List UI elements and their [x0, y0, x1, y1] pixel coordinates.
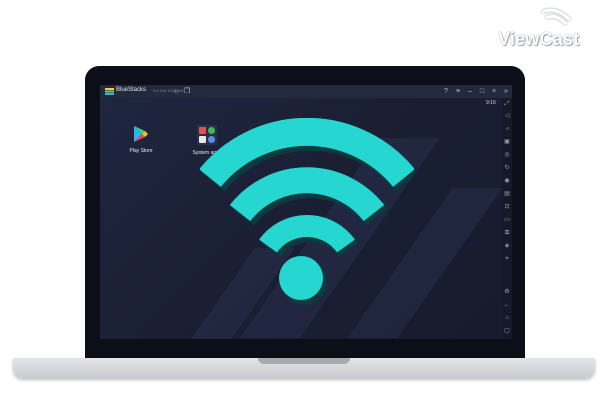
controls-icon[interactable]: ◉: [503, 177, 511, 185]
wifi-icon: [200, 118, 414, 305]
menu-icon[interactable]: ≡: [454, 87, 462, 96]
multi-instance-manager-icon[interactable]: ⧉: [503, 229, 511, 237]
viewcast-watermark: ViewCast: [498, 6, 598, 50]
home-icon[interactable]: ⌂: [503, 314, 511, 322]
rotate-icon[interactable]: ↻: [503, 164, 511, 172]
play-store-icon: [134, 126, 148, 142]
macro-icon[interactable]: ▤: [503, 190, 511, 198]
maximize-icon[interactable]: □: [478, 87, 486, 96]
help-icon[interactable]: ?: [442, 87, 450, 96]
title-bar: BlueStacks 5.6.100.1026 N64 ⌂ ❐ ? ≡ – □ …: [100, 85, 512, 98]
back-icon[interactable]: ←: [503, 301, 511, 309]
screen-record-icon[interactable]: ⊡: [503, 203, 511, 211]
fullscreen-icon[interactable]: ⤢: [503, 100, 511, 108]
settings-icon[interactable]: ⚙: [503, 288, 511, 296]
screenshot-icon[interactable]: ◎: [503, 151, 511, 159]
recent-apps-icon[interactable]: ▢: [503, 327, 511, 335]
folder-icon[interactable]: ▭: [503, 216, 511, 224]
app-label: Play Store: [129, 148, 153, 154]
media-icon[interactable]: ▣: [503, 138, 511, 146]
laptop-notch: [258, 358, 350, 364]
location-icon[interactable]: ⌖: [503, 255, 511, 263]
home-icon[interactable]: ⌂: [172, 87, 180, 96]
status-time: 9:16: [486, 100, 496, 106]
close-icon[interactable]: ×: [490, 87, 498, 96]
minimize-icon[interactable]: –: [466, 87, 474, 96]
layers-icon[interactable]: ◈: [503, 242, 511, 250]
app-version: 5.6.100.1026 N64: [153, 88, 185, 93]
volume-down-icon[interactable]: ◃: [503, 125, 511, 133]
app-title: BlueStacks: [116, 87, 147, 93]
right-sidebar: ⤢ ◁ ◃ ▣ ◎ ↻ ◉ ▤ ⊡ ▭ ⧉ ◈ ⌖ ⚙ ← ⌂ ▢: [502, 98, 512, 339]
multi-instance-icon[interactable]: ❐: [183, 87, 191, 96]
app-play-store[interactable]: Play Store: [121, 125, 161, 154]
volume-up-icon[interactable]: ◁: [503, 112, 511, 120]
watermark-text: ViewCast: [498, 29, 580, 49]
bluestacks-logo-icon: [105, 88, 114, 95]
signal-arcs-icon: [541, 8, 572, 26]
expand-icon[interactable]: »: [502, 87, 510, 96]
